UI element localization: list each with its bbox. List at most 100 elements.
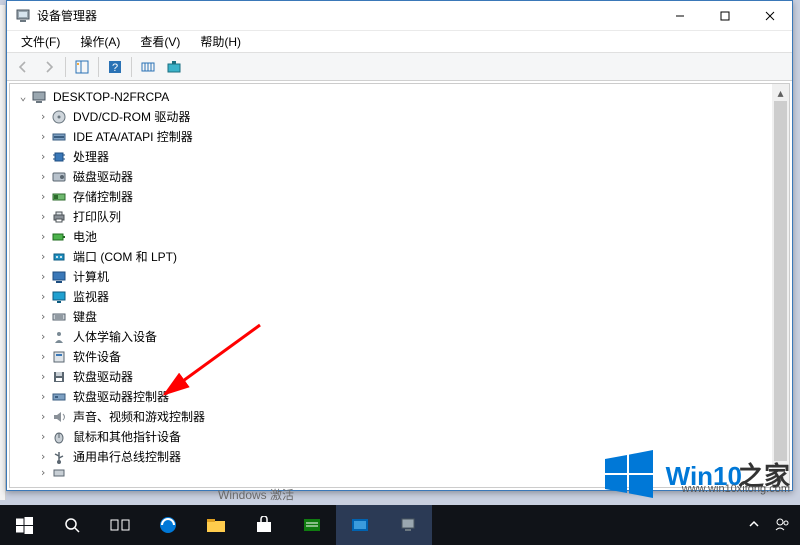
task-view-button[interactable] <box>96 505 144 545</box>
tree-item-label: 键盘 <box>71 307 99 327</box>
tree-item[interactable]: › 人体学输入设备 <box>16 327 772 347</box>
mouse-icon <box>51 429 67 445</box>
battery-icon <box>51 229 67 245</box>
expand-icon[interactable]: › <box>36 407 50 427</box>
expand-icon[interactable]: › <box>36 167 50 187</box>
minimize-button[interactable] <box>657 1 702 31</box>
expand-icon[interactable]: › <box>36 467 50 479</box>
expand-icon[interactable]: › <box>36 387 50 407</box>
expand-icon[interactable]: › <box>36 127 50 147</box>
menu-action[interactable]: 操作(A) <box>72 31 128 52</box>
menu-view[interactable]: 查看(V) <box>132 31 188 52</box>
tree-item-label: 软件设备 <box>71 347 123 367</box>
close-button[interactable] <box>747 1 792 31</box>
expand-icon[interactable]: › <box>36 227 50 247</box>
expand-icon[interactable]: › <box>36 247 50 267</box>
windows-activation-text: Windows 激活 <box>218 486 294 503</box>
expand-icon[interactable]: › <box>36 427 50 447</box>
tree-item[interactable]: ›端口 (COM 和 LPT) <box>16 247 772 267</box>
tree-item-label: 通用串行总线控制器 <box>71 447 183 467</box>
expand-icon[interactable]: › <box>36 107 50 127</box>
tray-up-icon[interactable] <box>748 518 760 533</box>
tree-root-label: DESKTOP-N2FRCPA <box>51 87 171 107</box>
maximize-button[interactable] <box>702 1 747 31</box>
port-icon <box>51 249 67 265</box>
tree-item[interactable]: ›鼠标和其他指针设备 <box>16 427 772 447</box>
taskbar-edge[interactable] <box>144 505 192 545</box>
taskbar-explorer[interactable] <box>192 505 240 545</box>
tree-item-label: 软盘驱动器 <box>71 367 135 387</box>
floppy-controller-icon <box>51 389 67 405</box>
tree-item[interactable]: › 软盘驱动器 <box>16 367 772 387</box>
taskbar-device-manager[interactable] <box>384 505 432 545</box>
tree-viewport[interactable]: ⌄ DESKTOP-N2FRCPA › DVD/CD-ROM 驱动器 ›IDE A… <box>10 84 772 487</box>
tree-item-highlighted[interactable]: › 软盘驱动器控制器 <box>16 387 772 407</box>
tree-item-label: 电池 <box>71 227 99 247</box>
expand-icon[interactable]: › <box>36 447 50 467</box>
collapse-icon[interactable]: ⌄ <box>16 87 30 107</box>
expand-icon[interactable]: › <box>36 307 50 327</box>
scroll-track[interactable] <box>772 101 789 470</box>
tree-item-label: 存储控制器 <box>71 187 135 207</box>
toolbar-separator <box>131 57 132 77</box>
show-hide-tree-button[interactable] <box>70 55 94 79</box>
expand-icon[interactable]: › <box>36 327 50 347</box>
tree-item-label: 人体学输入设备 <box>71 327 159 347</box>
tree-item[interactable]: › 电池 <box>16 227 772 247</box>
expand-icon[interactable]: › <box>36 347 50 367</box>
taskbar-tray[interactable] <box>738 516 800 535</box>
tree-item-label: 打印队列 <box>71 207 123 227</box>
expand-icon[interactable]: › <box>36 207 50 227</box>
floppy-icon <box>51 369 67 385</box>
tree-item[interactable]: › DVD/CD-ROM 驱动器 <box>16 107 772 127</box>
tree-item[interactable]: ›处理器 <box>16 147 772 167</box>
tree-item[interactable]: › 监视器 <box>16 287 772 307</box>
storage-icon <box>51 189 67 205</box>
properties-button[interactable] <box>162 55 186 79</box>
help-button[interactable]: ? <box>103 55 127 79</box>
expand-icon[interactable]: › <box>36 287 50 307</box>
vertical-scrollbar[interactable]: ▴ ▾ <box>772 84 789 487</box>
tree-item[interactable]: ›计算机 <box>16 267 772 287</box>
device-tree: ⌄ DESKTOP-N2FRCPA › DVD/CD-ROM 驱动器 ›IDE A… <box>9 83 790 488</box>
expand-icon[interactable]: › <box>36 367 50 387</box>
window-controls <box>657 1 792 31</box>
expand-icon[interactable]: › <box>36 267 50 287</box>
computer-icon <box>31 89 47 105</box>
menu-help[interactable]: 帮助(H) <box>192 31 249 52</box>
search-button[interactable] <box>48 505 96 545</box>
tree-item[interactable]: › 存储控制器 <box>16 187 772 207</box>
scroll-thumb[interactable] <box>774 101 787 461</box>
tree-item[interactable]: › 打印队列 <box>16 207 772 227</box>
tree-item[interactable]: ›声音、视频和游戏控制器 <box>16 407 772 427</box>
taskbar-store[interactable] <box>240 505 288 545</box>
taskbar[interactable] <box>0 505 800 545</box>
software-icon <box>51 349 67 365</box>
disc-icon <box>51 109 67 125</box>
tree-item[interactable]: ›IDE ATA/ATAPI 控制器 <box>16 127 772 147</box>
tree-item-label: DVD/CD-ROM 驱动器 <box>71 107 192 127</box>
titlebar[interactable]: 设备管理器 <box>7 1 792 31</box>
expand-icon[interactable]: › <box>36 187 50 207</box>
taskbar-app2[interactable] <box>336 505 384 545</box>
watermark: Win10之家 www.win10xitong.com <box>602 447 790 501</box>
computer-icon <box>51 269 67 285</box>
printer-icon <box>51 209 67 225</box>
device-manager-window: 设备管理器 文件(F) 操作(A) 查看(V) 帮助(H) ? <box>6 0 793 491</box>
tree-item-label: 监视器 <box>71 287 111 307</box>
tree-item[interactable]: › 软件设备 <box>16 347 772 367</box>
tree-item[interactable]: › 键盘 <box>16 307 772 327</box>
tree-item[interactable]: ›磁盘驱动器 <box>16 167 772 187</box>
taskbar-app1[interactable] <box>288 505 336 545</box>
menubar: 文件(F) 操作(A) 查看(V) 帮助(H) <box>7 31 792 53</box>
menu-file[interactable]: 文件(F) <box>13 31 68 52</box>
ide-icon <box>51 129 67 145</box>
scroll-up-button[interactable]: ▴ <box>772 84 789 101</box>
tray-people-icon[interactable] <box>774 516 790 535</box>
start-button[interactable] <box>0 505 48 545</box>
tree-root-node[interactable]: ⌄ DESKTOP-N2FRCPA <box>16 87 772 107</box>
tree-item-label: 软盘驱动器控制器 <box>71 387 171 407</box>
expand-icon[interactable]: › <box>36 147 50 167</box>
scan-hardware-button[interactable] <box>136 55 160 79</box>
disk-icon <box>51 169 67 185</box>
